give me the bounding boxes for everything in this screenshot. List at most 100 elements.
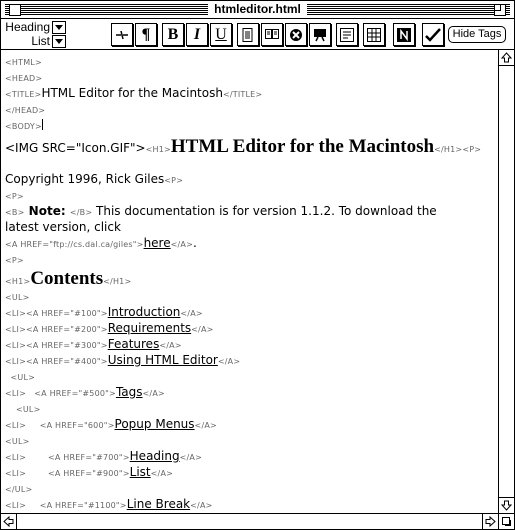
- html-tag: <UL>: [5, 405, 41, 414]
- html-tag: <TITLE>: [5, 90, 42, 99]
- link-text: Popup Menus: [114, 417, 195, 431]
- text-content: Copyright 1996, Rick Giles: [5, 172, 165, 186]
- paragraph-button[interactable]: ¶: [135, 23, 157, 46]
- line-p2: <P>: [5, 251, 24, 267]
- image-button[interactable]: [309, 23, 331, 46]
- html-tag: </A>: [191, 325, 214, 334]
- toolbar: Heading List ¶ B I U Hide Tags: [1, 19, 514, 50]
- table-icon: [367, 28, 381, 42]
- vertical-scrollbar[interactable]: [498, 50, 514, 513]
- link-text: Using HTML Editor: [107, 353, 218, 367]
- html-tag: <A HREF="ftp://cs.dal.ca/giles">: [5, 240, 144, 249]
- line-li-using: <LI><A HREF="#400">Using HTML Editor</A>: [5, 352, 240, 368]
- html-tag: </UL>: [5, 485, 33, 494]
- html-tag: </H1>: [103, 277, 132, 286]
- heading-text: HTML Editor for the Macintosh: [170, 136, 435, 157]
- heading-popup-arrow-icon[interactable]: [52, 21, 66, 34]
- check-syntax-button[interactable]: [422, 23, 444, 46]
- html-tag: <H1>: [5, 277, 31, 286]
- line-head: <HEAD>: [5, 69, 42, 85]
- line-li-tags: <LI> <A HREF="#500">Tags</A>: [5, 384, 165, 400]
- html-tag: </HEAD>: [5, 106, 46, 115]
- document-button[interactable]: [237, 23, 259, 46]
- html-tag: <P>: [5, 256, 24, 265]
- html-tag: <LI><A HREF="#400">: [5, 357, 108, 366]
- html-tag: </TITLE>: [222, 90, 263, 99]
- line-li-popup: <LI> <A HREF="600">Popup Menus</A>: [5, 416, 217, 432]
- html-tag: <LI> <A HREF="#900">: [5, 469, 130, 478]
- horizontal-scrollbar[interactable]: [1, 513, 498, 529]
- book-button[interactable]: [261, 23, 283, 46]
- text-cursor: [41, 119, 43, 130]
- html-text-area[interactable]: <HTML> <HEAD> <TITLE>HTML Editor for the M…: [1, 50, 498, 513]
- link-text: Requirements: [107, 321, 192, 335]
- form-button[interactable]: [336, 23, 358, 46]
- link-text: here: [143, 236, 171, 250]
- list-popup-label: List: [31, 34, 50, 48]
- html-tag: </B>: [69, 208, 93, 217]
- bold-text: Note:: [24, 204, 70, 218]
- anchor-icon: [290, 29, 302, 41]
- html-tag: </A>: [179, 453, 202, 462]
- table-button[interactable]: [363, 23, 385, 46]
- line-li-intro: <LI><A HREF="#100">Introduction</A>: [5, 304, 203, 320]
- scroll-left-arrow-icon[interactable]: [1, 514, 17, 529]
- italic-button[interactable]: I: [186, 23, 208, 46]
- html-tag: </A>: [159, 341, 182, 350]
- line-contents: <H1>Contents</H1>: [5, 268, 131, 290]
- html-tag: <LI> <A HREF="#700">: [5, 453, 130, 462]
- line-html: <HTML>: [5, 53, 42, 69]
- netscape-button[interactable]: [393, 23, 415, 46]
- line-ul4: <UL>: [5, 432, 30, 448]
- line-note: <B> Note: </B> This documentation is for…: [5, 203, 437, 219]
- html-tag: <UL>: [5, 437, 30, 446]
- html-tag: <UL>: [5, 293, 30, 302]
- html-tag: <LI><A HREF="#200">: [5, 325, 108, 334]
- no-break-button[interactable]: [111, 23, 133, 46]
- link-text: Introduction: [107, 305, 181, 319]
- bold-button[interactable]: B: [162, 23, 184, 46]
- text-content: .: [192, 236, 197, 250]
- line-body: <BODY>: [5, 117, 43, 133]
- line-ul1: <UL>: [5, 288, 30, 304]
- checkmark-icon: [425, 28, 441, 42]
- window-title-wrap: htmleditor.html: [1, 2, 514, 17]
- link-text: Heading: [129, 449, 180, 463]
- anchor-button[interactable]: [285, 23, 307, 46]
- list-popup-arrow-icon[interactable]: [52, 35, 66, 48]
- scroll-up-arrow-icon[interactable]: [499, 50, 514, 66]
- line-ftp: <A HREF="ftp://cs.dal.ca/giles">here</A>…: [5, 235, 197, 251]
- html-tag: <HEAD>: [5, 74, 43, 83]
- text-content: HTML Editor for the Macintosh: [41, 86, 223, 100]
- scroll-down-arrow-icon[interactable]: [499, 497, 514, 513]
- link-text: List: [129, 465, 151, 479]
- line-li-req: <LI><A HREF="#200">Requirements</A>: [5, 320, 214, 336]
- line-title: <TITLE>HTML Editor for the Macintosh</TI…: [5, 85, 262, 101]
- title-bar[interactable]: htmleditor.html: [1, 1, 514, 19]
- html-tag: </A>: [180, 309, 203, 318]
- underline-icon: U: [215, 26, 227, 43]
- html-tag: <LI><A HREF="#300">: [5, 341, 108, 350]
- html-tag: <HTML>: [5, 58, 42, 67]
- html-tag: <B>: [5, 208, 25, 217]
- underline-button[interactable]: U: [210, 23, 232, 46]
- html-tag: <LI> <A HREF="#500">: [5, 389, 116, 398]
- grow-box-icon[interactable]: [498, 513, 514, 529]
- line-li-linebreak: <LI> <A HREF="#1100">Line Break</A>: [5, 496, 213, 512]
- line-img-h1: <IMG SRC="Icon.GIF"><H1>HTML Editor for …: [5, 136, 481, 158]
- text-content: latest version, click: [5, 220, 121, 234]
- hide-tags-button[interactable]: Hide Tags: [448, 26, 506, 43]
- form-icon: [340, 28, 354, 42]
- paragraph-icon: ¶: [141, 26, 151, 43]
- html-tag: <LI> <A HREF="#1100">: [5, 501, 127, 510]
- zoom-box-icon[interactable]: [494, 4, 506, 16]
- italic-icon: I: [193, 26, 201, 43]
- heading-popup-label: Heading: [5, 20, 50, 34]
- list-popup[interactable]: List: [4, 35, 66, 48]
- html-tag: </H1><P>: [434, 145, 482, 154]
- html-tag: </A>: [142, 389, 165, 398]
- heading-popup[interactable]: Heading: [4, 21, 66, 34]
- html-tag: </A>: [150, 469, 174, 478]
- scroll-right-arrow-icon[interactable]: [482, 514, 498, 529]
- link-text: Features: [107, 337, 160, 351]
